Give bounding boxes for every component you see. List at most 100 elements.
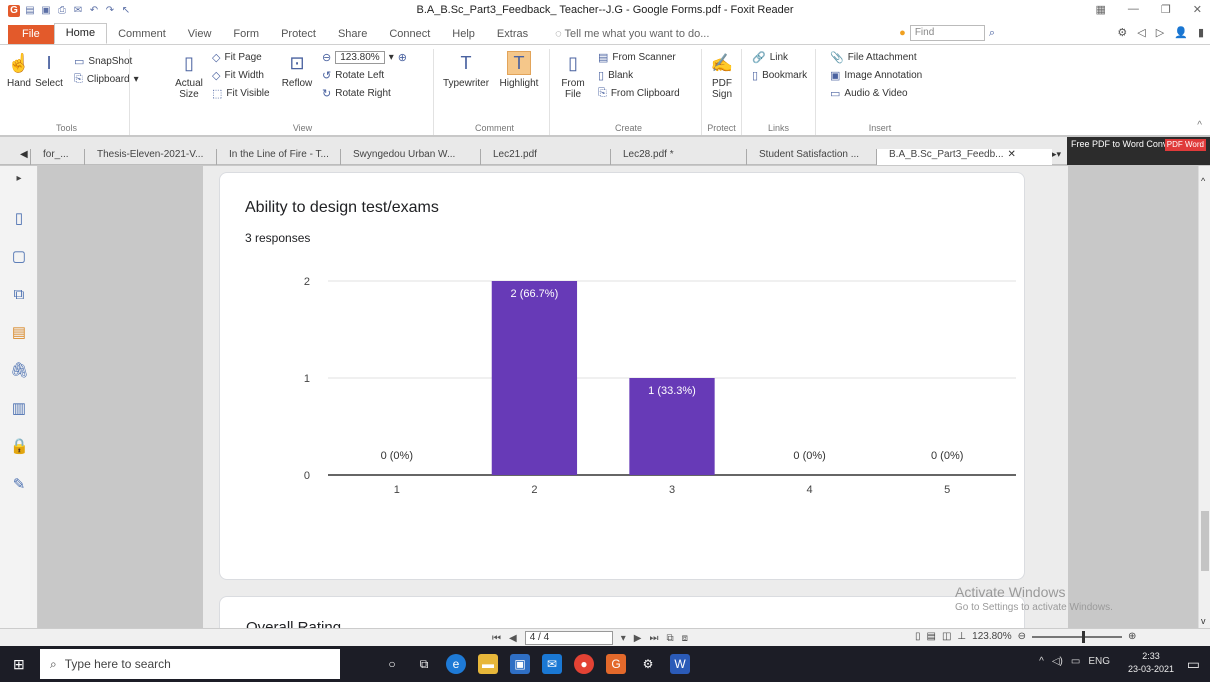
next-icon[interactable]: ▷ [1156,26,1164,39]
open-icon[interactable]: ▤ [24,5,36,17]
highlight-button[interactable]: T Highlight [494,51,544,89]
audio-video-button[interactable]: ▭ Audio & Video [830,87,908,100]
bookmark-button[interactable]: ▯ Bookmark [752,69,807,82]
comments-icon[interactable]: ▤ [10,324,28,342]
status-zoom-value[interactable]: 123.80% [972,631,1011,642]
zoom-in-icon[interactable]: ⊕ [1128,631,1136,642]
collapse-ribbon-icon[interactable]: ^ [1197,120,1202,131]
restore-icon[interactable]: ❐ [1161,3,1171,16]
hand-button[interactable]: ☝ Hand [6,51,32,90]
prev-icon[interactable]: ◁ [1137,26,1145,39]
doc-tab[interactable]: Lec21.pdf [480,149,610,165]
blank-button[interactable]: ▯ Blank [598,69,633,82]
image-annotation-button[interactable]: ▣ Image Annotation [830,69,922,82]
save-icon[interactable]: ▣ [40,5,52,17]
expand-panel-icon[interactable]: ▸ [10,170,28,188]
tab-list-icon[interactable]: ▸▾ [1052,149,1061,160]
tab-connect[interactable]: Connect [378,25,441,44]
tab-form[interactable]: Form [222,25,270,44]
snapshot-button[interactable]: ▭ SnapShot [74,55,132,68]
user-sign-icon[interactable]: ✎ [10,476,28,494]
close-icon[interactable]: ✕ [1193,3,1202,16]
doc-tab[interactable]: Thesis-Eleven-2021-V... [84,149,216,165]
fit-width-button[interactable]: ◇ Fit Width [212,69,264,82]
fit-visible-button[interactable]: ⬚ Fit Visible [212,87,270,100]
reflow-button[interactable]: ⊡ Reflow [280,51,314,90]
file-attachment-button[interactable]: 📎 File Attachment [830,51,917,64]
prev-view-icon[interactable]: ⧉ [666,633,673,644]
zoom-slider-knob[interactable] [1082,630,1086,643]
notification-icon[interactable]: ● [899,27,906,39]
doc-tab[interactable]: In the Line of Fire - T... [216,149,340,165]
tell-me-box[interactable]: ◌ Tell me what you want to do... [549,25,715,44]
zoom-out-icon[interactable]: ⊖ [1018,631,1026,642]
vertical-scrollbar[interactable]: ^ v [1198,166,1210,628]
mail-icon[interactable]: ✉ [542,654,562,674]
fit-page-button[interactable]: ◇ Fit Page [212,51,262,64]
tab-extras[interactable]: Extras [486,25,539,44]
ad-banner[interactable]: Free PDF to Word Converter PDF Word [1067,137,1210,165]
clock[interactable]: 2:33 23-03-2021 [1128,650,1174,676]
taskbar-search[interactable]: ⌕ Type here to search [40,649,340,679]
file-menu[interactable]: File [8,25,54,44]
clipboard-button[interactable]: ⎘ Clipboard ▾ [74,73,139,86]
scroll-thumb[interactable] [1201,511,1209,571]
rotate-left-button[interactable]: ↺ Rotate Left [322,69,384,82]
doc-tab[interactable]: Student Satisfaction ... [746,149,876,165]
print-icon[interactable]: ⎙ [56,5,68,17]
settings-gear-icon[interactable]: ⚙ [638,654,658,674]
doc-tab[interactable]: for_... [30,149,84,165]
user-icon[interactable]: 👤 [1174,26,1188,39]
page-dropdown-icon[interactable]: ▾ [621,633,626,644]
tab-view[interactable]: View [177,25,223,44]
last-page-icon[interactable]: ⏭ [649,633,658,644]
chrome-icon[interactable]: ● [574,654,594,674]
select-button[interactable]: Ⅰ Select [34,51,64,90]
language-indicator[interactable]: ENG [1088,656,1110,667]
find-input[interactable]: Find [909,25,985,41]
typewriter-button[interactable]: T Typewriter [440,51,492,90]
split-icon[interactable]: ⊥ [957,631,966,642]
volume-icon[interactable]: ◁) [1052,656,1063,667]
tab-home[interactable]: Home [53,23,108,44]
foxit-reader-taskbar-icon[interactable]: G [606,654,626,674]
pdf-sign-button[interactable]: ✍ PDF Sign [704,51,740,101]
windows-start-icon[interactable]: ⊞ [13,656,29,672]
first-page-icon[interactable]: ⏮ [492,633,501,644]
zoom-input[interactable]: 123.80% [335,51,385,64]
scroll-down-icon[interactable]: v [1201,616,1206,626]
from-file-button[interactable]: ▯ From File [560,51,586,101]
actual-size-button[interactable]: ▯ Actual Size [174,51,204,101]
scroll-up-icon[interactable]: ^ [1201,176,1205,186]
email-icon[interactable]: ✉ [72,5,84,17]
signatures-icon[interactable]: ▥ [10,400,28,418]
doc-tab[interactable]: Swyngedou Urban W... [340,149,480,165]
word-icon[interactable]: W [670,654,690,674]
cortana-icon[interactable]: ○ [382,654,402,674]
zoom-slider[interactable] [1032,630,1123,643]
settings-icon[interactable]: ⚙ [1117,26,1127,39]
file-explorer-icon[interactable]: ▬ [478,654,498,674]
network-icon[interactable]: ▭ [1071,656,1080,667]
pages-icon[interactable]: ▢ [10,248,28,266]
continuous-page-icon[interactable]: ▤ [927,631,936,642]
from-clipboard-button[interactable]: ⎘ From Clipboard [598,87,680,100]
next-page-icon[interactable]: ▶ [634,633,642,644]
skin-icon[interactable]: ▮ [1198,26,1204,39]
tab-comment[interactable]: Comment [107,25,177,44]
bookmarks-icon[interactable]: ▯ [10,210,28,228]
attachments-icon[interactable]: 🖇 [10,362,29,380]
close-tab-icon[interactable]: ✕ [1008,149,1016,160]
doc-tab[interactable]: Lec28.pdf * [610,149,746,165]
next-view-icon[interactable]: ⧈ [682,633,688,644]
tab-help[interactable]: Help [441,25,486,44]
link-button[interactable]: 🔗 Link [752,51,788,64]
notification-center-icon[interactable]: ▭ [1187,656,1200,673]
rotate-right-button[interactable]: ↻ Rotate Right [322,87,391,100]
edge-browser-icon[interactable]: e [446,654,466,674]
page-number-input[interactable]: 4 / 4 [524,631,613,645]
security-lock-icon[interactable]: 🔒 [10,438,29,456]
zoom-control[interactable]: ⊖ 123.80% ▾ ⊕ [322,51,407,64]
pointer-icon[interactable]: ↖ [120,5,132,17]
tab-scroll-left-icon[interactable]: ◀ [20,149,28,160]
